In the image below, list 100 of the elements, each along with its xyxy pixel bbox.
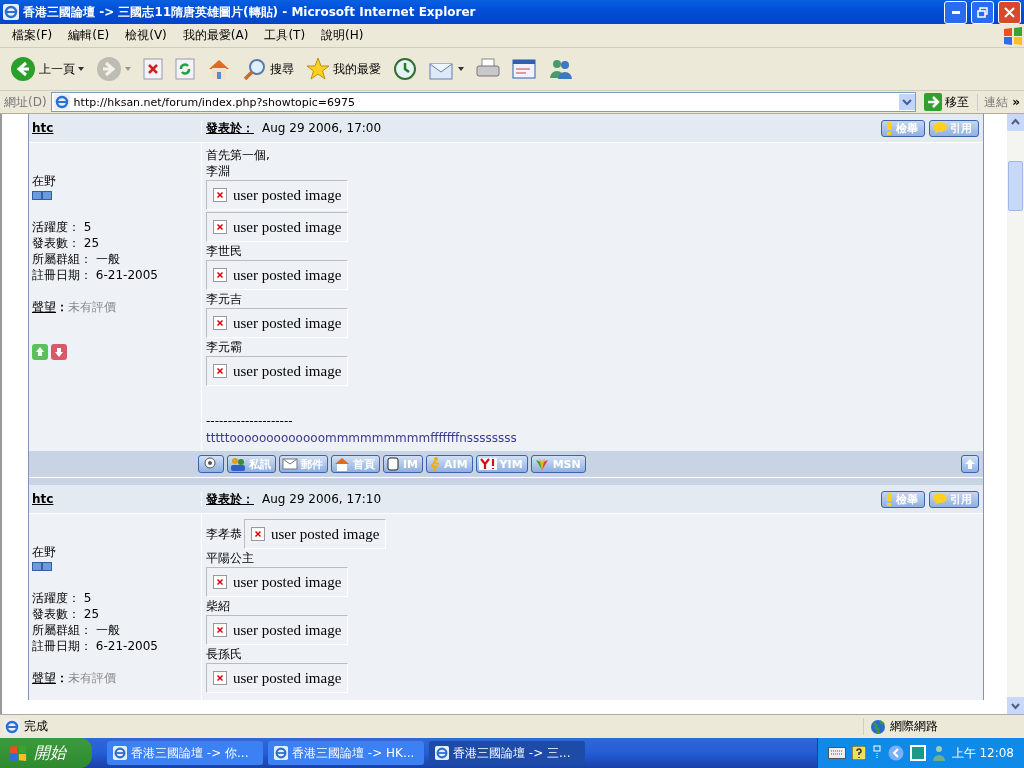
ie-icon: [53, 94, 70, 110]
close-button[interactable]: [998, 0, 1021, 24]
scroll-down-icon[interactable]: [1007, 697, 1024, 714]
keyboard-icon: [827, 747, 846, 759]
post-text: 李孝恭: [206, 526, 242, 542]
taskbar-button[interactable]: 香港三國論壇 -> 三...: [429, 741, 585, 765]
back-button[interactable]: 上一頁: [6, 54, 88, 84]
chevron-left-icon[interactable]: [887, 745, 904, 761]
people-icon: [230, 457, 246, 471]
refresh-icon: [175, 58, 195, 80]
post-text: 長孫氏: [206, 646, 243, 662]
ie-icon: [435, 746, 449, 760]
rank-pips-icon: [32, 562, 52, 571]
post-text: 李世民: [206, 243, 243, 259]
window-title: 香港三國論壇 -> 三國志11隋唐英雄圖片(轉貼) - Microsoft Internet Explorer: [23, 3, 477, 21]
status-text: 完成: [24, 718, 49, 735]
broken-image-icon: [213, 220, 227, 234]
dropdown-caret-icon: [899, 94, 916, 110]
posted-label: 發表於：: [206, 490, 254, 508]
address-field[interactable]: http://hksan.net/forum/index.php?showtopic=6975: [50, 92, 917, 112]
broken-image: user posted image: [206, 356, 349, 386]
broken-image: user posted image: [206, 180, 349, 210]
go-arrow-icon: [924, 93, 943, 111]
more-chevron[interactable]: »: [1012, 95, 1020, 109]
star-icon: [306, 57, 330, 81]
yahoo-icon: [478, 458, 497, 470]
post-text: 李淵: [206, 163, 231, 179]
menu-item[interactable]: 檔案(F): [4, 27, 61, 44]
scroll-thumb[interactable]: [1008, 161, 1023, 211]
broken-image-icon: [213, 364, 227, 378]
menu-item[interactable]: 檢視(V): [117, 27, 175, 44]
back-to-top-button[interactable]: [961, 455, 979, 473]
zone-text: 網際網路: [890, 718, 938, 735]
links-label[interactable]: 連結: [977, 93, 1009, 111]
menu-item[interactable]: 編輯(E): [60, 27, 118, 44]
up-arrow-icon: [964, 458, 976, 470]
search-button[interactable]: 搜尋: [239, 55, 298, 83]
home-icon: [334, 457, 350, 471]
broken-image: user posted image: [206, 567, 349, 597]
go-button[interactable]: 移至: [920, 91, 974, 113]
people-icon: [548, 58, 574, 80]
reputation-link[interactable]: 聲望: [32, 299, 56, 316]
broken-image-icon: [213, 575, 227, 589]
restore-icon: [977, 6, 988, 18]
edit-icon: [512, 58, 536, 80]
broken-image-icon: [213, 188, 227, 202]
taskbar-button[interactable]: 香港三國論壇 -> 你...: [107, 741, 263, 765]
reputation-link[interactable]: 聲望: [32, 670, 56, 687]
member-stat: 所屬群組： 一般: [32, 622, 121, 638]
broken-image: user posted image: [206, 308, 349, 338]
posted-label: 發表於：: [206, 119, 254, 137]
member-stat: 註冊日期： 6-21-2005: [32, 638, 159, 654]
broken-image: user posted image: [206, 212, 349, 242]
scroll-up-icon[interactable]: [1007, 114, 1024, 131]
exclamation-icon: [885, 121, 893, 135]
taskbar-button[interactable]: 香港三國論壇 -> HK...: [268, 741, 424, 765]
profile-icon: [201, 457, 219, 471]
member-stat: 活躍度： 5: [32, 590, 93, 606]
favorites-button[interactable]: 我的最愛: [302, 55, 385, 83]
vote-up-icon[interactable]: [32, 344, 48, 360]
windows-flag-icon: [8, 744, 28, 762]
help-icon: [851, 746, 866, 760]
menu-item[interactable]: 說明(H): [313, 27, 372, 44]
ie-icon: [274, 746, 288, 760]
windows-flag-icon: [1002, 25, 1024, 46]
speech-bubble-icon: [933, 493, 947, 505]
post-text: 李元霸: [206, 339, 243, 355]
speech-bubble-icon: [933, 122, 947, 134]
menu-item[interactable]: 我的最愛(A): [174, 27, 257, 44]
member-stat: 所屬群組： 一般: [32, 251, 121, 267]
post-text: 李元吉: [206, 291, 243, 307]
profile-button[interactable]: [198, 455, 224, 473]
author-link[interactable]: htc: [32, 492, 54, 506]
member-stat: 註冊日期： 6-21-2005: [32, 267, 159, 283]
ie-icon: [3, 4, 19, 20]
signature-rule: --------------------: [206, 413, 294, 429]
broken-image-icon: [251, 527, 265, 541]
post-date: Aug 29 2006, 17:00: [262, 121, 382, 135]
author-link[interactable]: htc: [32, 121, 54, 135]
broken-image: user posted image: [244, 519, 387, 549]
broken-image-icon: [213, 671, 227, 685]
running-figure-icon: [429, 457, 442, 471]
menu-item[interactable]: 工具(T): [256, 27, 314, 44]
post-text: 首先第一個,: [206, 147, 271, 163]
member-stat: 活躍度： 5: [32, 219, 93, 235]
broken-image-icon: [213, 623, 227, 637]
broken-image-icon: [213, 316, 227, 330]
stop-icon: [143, 58, 163, 80]
rank-pips-icon: [32, 191, 52, 200]
minimize-button[interactable]: [944, 0, 967, 24]
restore-button[interactable]: [971, 0, 994, 24]
ie-icon: [113, 746, 127, 760]
start-button[interactable]: 開始: [0, 738, 92, 768]
reputation-colon: ：: [56, 670, 68, 687]
reputation-value: 未有評價: [68, 670, 116, 687]
globe-icon: [870, 718, 886, 735]
reputation-value: 未有評價: [68, 299, 116, 316]
post-text: 柴紹: [206, 598, 231, 614]
vote-down-icon[interactable]: [51, 344, 67, 360]
signature-text: tttttooooooooooooommmmmmmmmfffffffnssssssss: [206, 431, 518, 445]
